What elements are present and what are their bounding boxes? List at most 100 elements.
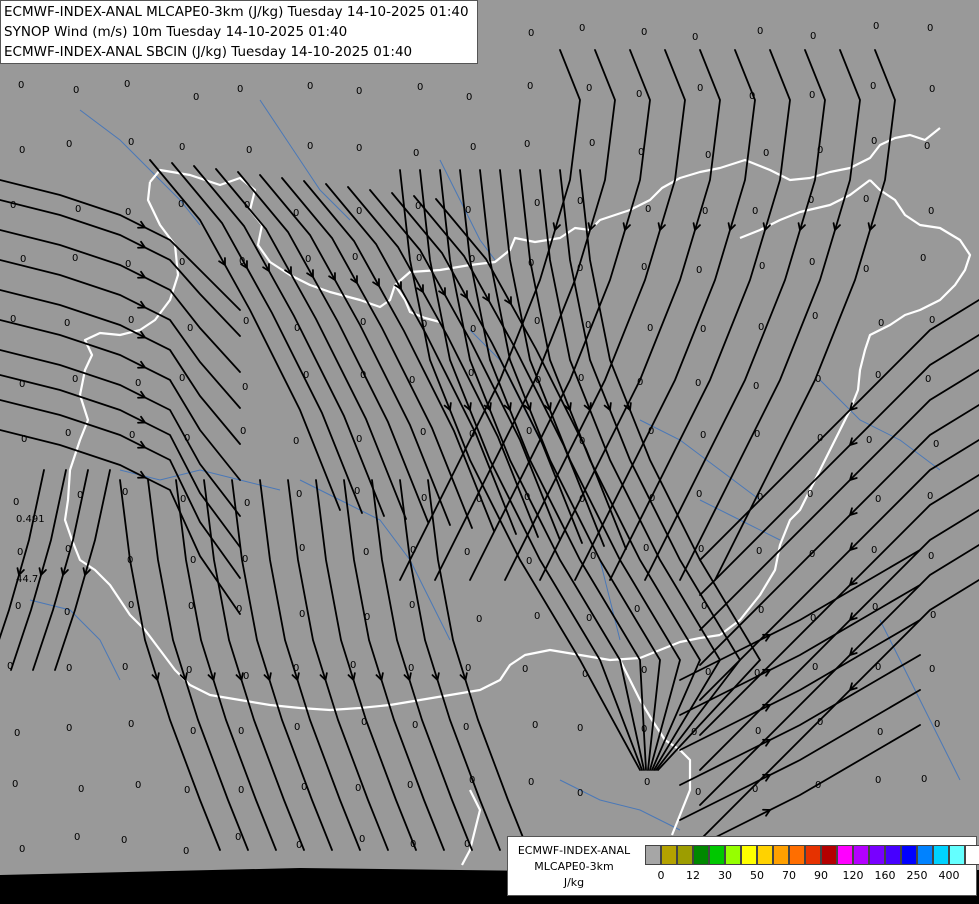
- cin-zero-label: 0: [871, 136, 877, 147]
- cin-zero-label: 0: [307, 81, 313, 92]
- cin-zero-label: 0: [238, 785, 244, 796]
- cin-zero-label: 0: [465, 663, 471, 674]
- cin-zero-label: 0: [878, 318, 884, 329]
- color-legend: ECMWF-INDEX-ANAL MLCAPE0-3km J/kg 0 12 30 5…: [507, 836, 979, 896]
- cin-zero-label: 0: [696, 265, 702, 276]
- cin-zero-label: 0: [526, 426, 532, 437]
- cin-zero-label: 0: [641, 665, 647, 676]
- cin-zero-label: 0: [754, 668, 760, 679]
- cin-zero-label: 0: [240, 426, 246, 437]
- cin-zero-label: 0: [14, 728, 20, 739]
- cin-zero-label: 0: [810, 613, 816, 624]
- map-background: [0, 0, 979, 875]
- cin-zero-label: 0: [756, 546, 762, 557]
- cin-zero-label: 0: [135, 378, 141, 389]
- cin-zero-label: 0: [641, 262, 647, 273]
- cin-zero-label: 0: [364, 612, 370, 623]
- cin-zero-label: 0: [236, 604, 242, 615]
- cin-zero-label: 0: [933, 439, 939, 450]
- cin-zero-label: 0: [809, 90, 815, 101]
- cin-zero-label: 0: [73, 85, 79, 96]
- cin-zero-label: 0: [817, 717, 823, 728]
- cin-zero-label: 0: [10, 200, 16, 211]
- cin-zero-label: 0: [354, 486, 360, 497]
- cin-zero-label: 0: [526, 556, 532, 567]
- legend-tick-label: 0: [657, 869, 665, 882]
- cin-zero-label: 0: [128, 315, 134, 326]
- cin-zero-label: 0: [66, 663, 72, 674]
- cin-zero-label: 0: [872, 602, 878, 613]
- cin-zero-label: 0: [413, 148, 419, 159]
- cin-zero-label: 0: [757, 492, 763, 503]
- cin-zero-label: 0: [469, 254, 475, 265]
- cin-zero-label: 0: [871, 545, 877, 556]
- cin-zero-label: 0: [235, 832, 241, 843]
- cin-zero-label: 0: [930, 610, 936, 621]
- cin-zero-label: 0: [927, 23, 933, 34]
- cin-zero-label: 0: [242, 382, 248, 393]
- cin-zero-label: 0: [877, 727, 883, 738]
- cin-zero-label: 0: [350, 660, 356, 671]
- cin-zero-label: 0: [817, 145, 823, 156]
- cin-zero-label: 0: [184, 785, 190, 796]
- legend-ticks: 0 12 30 50 70 90 120 160 250 400: [645, 869, 975, 887]
- cin-zero-label: 0: [360, 317, 366, 328]
- cin-zero-label: 0: [647, 323, 653, 334]
- cin-zero-label: 0: [421, 319, 427, 330]
- legend-tick-label: 50: [750, 869, 764, 882]
- cin-zero-label: 0: [528, 28, 534, 39]
- cin-zero-label: 0: [19, 379, 25, 390]
- cin-zero-label: 0: [810, 31, 816, 42]
- cin-zero-label: 0: [293, 436, 299, 447]
- legend-swatch: [837, 845, 853, 865]
- cin-zero-label: 0: [463, 722, 469, 733]
- cin-zero-label: 0: [695, 378, 701, 389]
- legend-swatch: [917, 845, 933, 865]
- cin-zero-label: 0: [464, 839, 470, 850]
- cin-zero-label: 0: [535, 375, 541, 386]
- legend-swatch: [853, 845, 869, 865]
- cin-zero-label: 0: [812, 662, 818, 673]
- cin-zero-label: 0: [74, 832, 80, 843]
- cin-zero-label: 0: [307, 141, 313, 152]
- cin-zero-label: 0: [755, 726, 761, 737]
- cin-zero-label: 0: [637, 377, 643, 388]
- legend-swatch: [645, 845, 661, 865]
- cin-zero-label: 0: [929, 664, 935, 675]
- legend-unit: J/kg: [563, 876, 585, 889]
- cin-zero-label: 0: [644, 777, 650, 788]
- cin-zero-label: 0: [924, 141, 930, 152]
- cin-zero-label: 0: [586, 83, 592, 94]
- cin-zero-label: 0: [863, 264, 869, 275]
- cin-zero-label: 0: [13, 497, 19, 508]
- cin-zero-label: 0: [524, 492, 530, 503]
- map-canvas: 0 0 0 0 0 0 0 0 0 0 0 0 0 0 0 0 0 0 0 0 0 0 0 0 0 0 0 0 0 0 0 0 0 0 0 0 0 0 0 0…: [0, 0, 979, 900]
- legend-swatch: [757, 845, 773, 865]
- legend-swatch: [677, 845, 693, 865]
- cin-zero-label: 0: [356, 434, 362, 445]
- cin-zero-label: 0: [641, 724, 647, 735]
- cin-zero-label: 0: [18, 80, 24, 91]
- cin-zero-label: 0: [579, 436, 585, 447]
- cin-zero-label: 0: [928, 551, 934, 562]
- cin-value-label: 44.7: [16, 574, 38, 585]
- cin-zero-label: 0: [753, 381, 759, 392]
- legend-swatch: [789, 845, 805, 865]
- legend-swatch: [741, 845, 757, 865]
- cin-zero-label: 0: [582, 669, 588, 680]
- legend-swatches: [645, 845, 979, 865]
- cin-zero-label: 0: [873, 21, 879, 32]
- cin-zero-label: 0: [920, 253, 926, 264]
- cin-zero-label: 0: [179, 257, 185, 268]
- cin-zero-label: 0: [127, 555, 133, 566]
- cin-zero-label: 0: [464, 547, 470, 558]
- cin-zero-label: 0: [809, 257, 815, 268]
- cin-zero-label: 0: [356, 143, 362, 154]
- legend-tick-label: 70: [782, 869, 796, 882]
- cin-zero-label: 0: [188, 601, 194, 612]
- cin-zero-label: 0: [577, 723, 583, 734]
- cin-zero-label: 0: [585, 320, 591, 331]
- cin-zero-label: 0: [649, 493, 655, 504]
- cin-zero-label: 0: [10, 314, 16, 325]
- cin-zero-label: 0: [75, 204, 81, 215]
